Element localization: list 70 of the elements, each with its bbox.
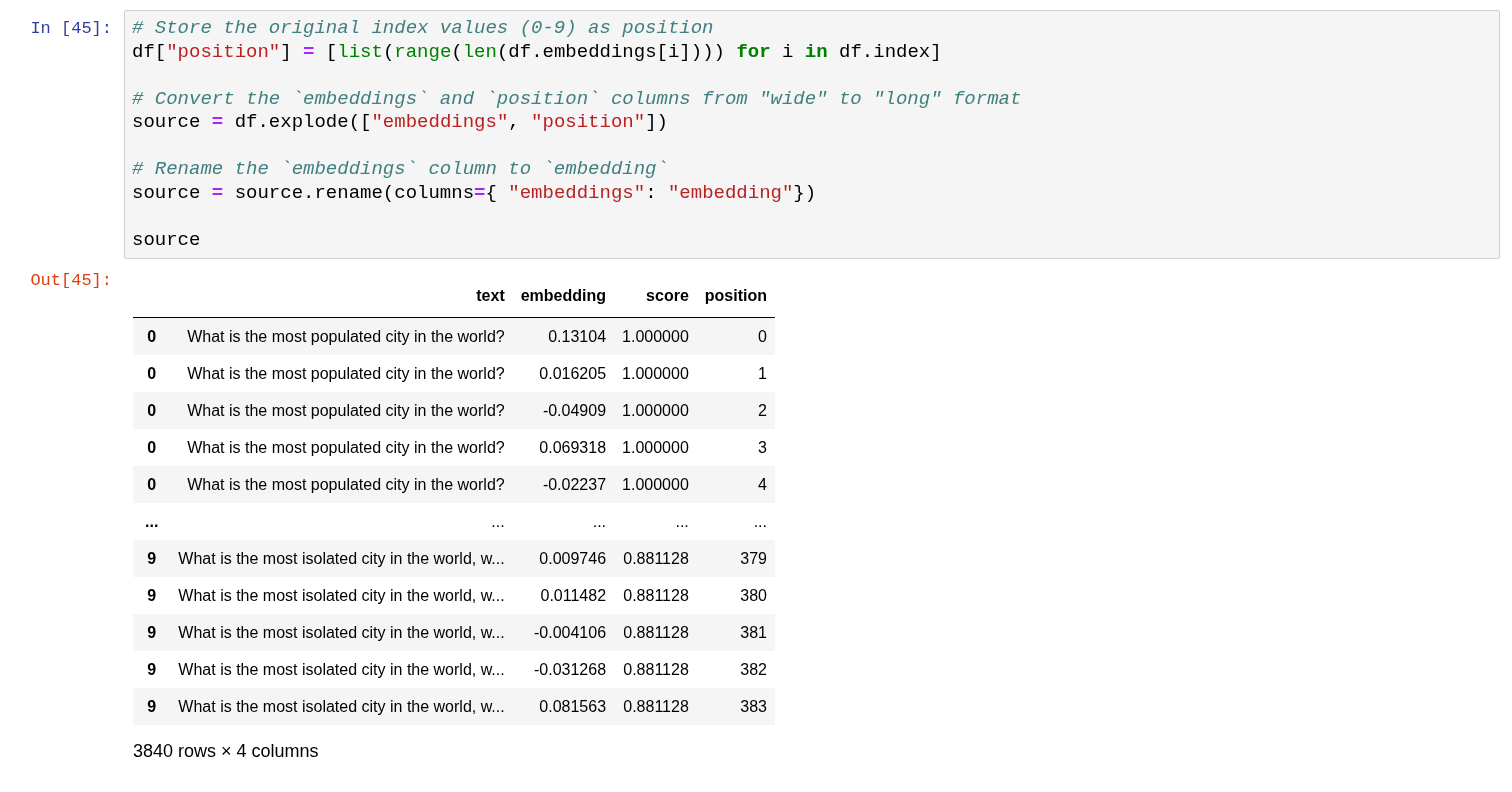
- table-cell: ...: [614, 503, 697, 540]
- table-cell: 0.881128: [614, 577, 697, 614]
- row-index: 9: [133, 651, 171, 688]
- table-cell: 1.000000: [614, 392, 697, 429]
- table-cell: 0.881128: [614, 540, 697, 577]
- table-cell: 383: [696, 688, 775, 725]
- code-editor[interactable]: [124, 10, 1500, 259]
- table-cell: 4: [696, 466, 775, 503]
- table-cell: What is the most populated city in the world?: [170, 429, 513, 466]
- table-cell: 0.011482: [512, 577, 615, 614]
- table-cell: What is the most isolated city in the world, w...: [170, 540, 513, 577]
- table-cell: 0: [696, 317, 775, 355]
- table-cell: What is the most isolated city in the world, w...: [170, 614, 513, 651]
- table-cell: 1.000000: [614, 355, 697, 392]
- table-cell: 382: [696, 651, 775, 688]
- table-cell: ...: [512, 503, 615, 540]
- row-index: ...: [133, 503, 171, 540]
- row-index: 9: [133, 614, 171, 651]
- table-cell: 2: [696, 392, 775, 429]
- code-line: df["position"] = [list(range(len(df.embeddings[i]))) for i in df.index]: [132, 40, 942, 63]
- table-cell: 0.081563: [512, 688, 615, 725]
- table-cell: 0.881128: [614, 614, 697, 651]
- code-line: source = source.rename(columns={ "embeddings": "embedding"}): [132, 181, 817, 204]
- table-cell: 0.13104: [512, 317, 615, 355]
- column-header: embedding: [512, 283, 615, 318]
- table-cell: 0.069318: [512, 429, 615, 466]
- table-cell: ...: [696, 503, 775, 540]
- table-cell: 0.881128: [614, 688, 697, 725]
- code-line: source = df.explode(["embeddings", "position"]): [132, 111, 668, 133]
- table-cell: -0.004106: [512, 614, 615, 651]
- column-header: score: [614, 283, 697, 318]
- table-cell: -0.04909: [512, 392, 615, 429]
- table-cell: 1.000000: [614, 317, 697, 355]
- row-index: 9: [133, 577, 171, 614]
- table-cell: What is the most populated city in the world?: [170, 466, 513, 503]
- column-header: position: [696, 283, 775, 318]
- table-cell: What is the most populated city in the world?: [170, 317, 513, 355]
- table-cell: What is the most isolated city in the world, w...: [170, 688, 513, 725]
- row-index: 9: [133, 688, 171, 725]
- table-cell: ...: [170, 503, 513, 540]
- row-index: 0: [133, 466, 171, 503]
- table-cell: 0.016205: [512, 355, 615, 392]
- code-comment: # Rename the `embeddings` column to `embedding`: [132, 158, 668, 180]
- table-cell: 3: [696, 429, 775, 466]
- table-cell: What is the most populated city in the world?: [170, 355, 513, 392]
- code-line: source: [132, 228, 201, 251]
- row-index: 0: [133, 392, 171, 429]
- code-comment: # Store the original index values (0-9) as position: [132, 17, 714, 39]
- table-cell: 380: [696, 577, 775, 614]
- table-cell: 381: [696, 614, 775, 651]
- table-cell: 0.881128: [614, 651, 697, 688]
- output-prompt: Out[45]:: [29, 270, 113, 292]
- table-cell: -0.031268: [512, 651, 615, 688]
- row-index: 0: [133, 429, 171, 466]
- input-prompt: In [45]:: [29, 18, 113, 40]
- row-index: 0: [133, 317, 171, 355]
- table-cell: 0.009746: [512, 540, 615, 577]
- column-header: text: [170, 283, 513, 318]
- table-cell: 1.000000: [614, 466, 697, 503]
- table-cell: 1: [696, 355, 775, 392]
- table-cell: 1.000000: [614, 429, 697, 466]
- table-cell: What is the most populated city in the world?: [170, 392, 513, 429]
- table-cell: What is the most isolated city in the world, w...: [170, 577, 513, 614]
- row-index: 9: [133, 540, 171, 577]
- row-index: 0: [133, 355, 171, 392]
- table-cell: What is the most isolated city in the world, w...: [170, 651, 513, 688]
- code-comment: # Convert the `embeddings` and `position` columns from "wide" to "long" format: [132, 87, 1022, 110]
- table-cell: -0.02237: [512, 466, 615, 503]
- table-cell: 379: [696, 540, 775, 577]
- table-summary: 3840 rows × 4 columns: [133, 741, 320, 762]
